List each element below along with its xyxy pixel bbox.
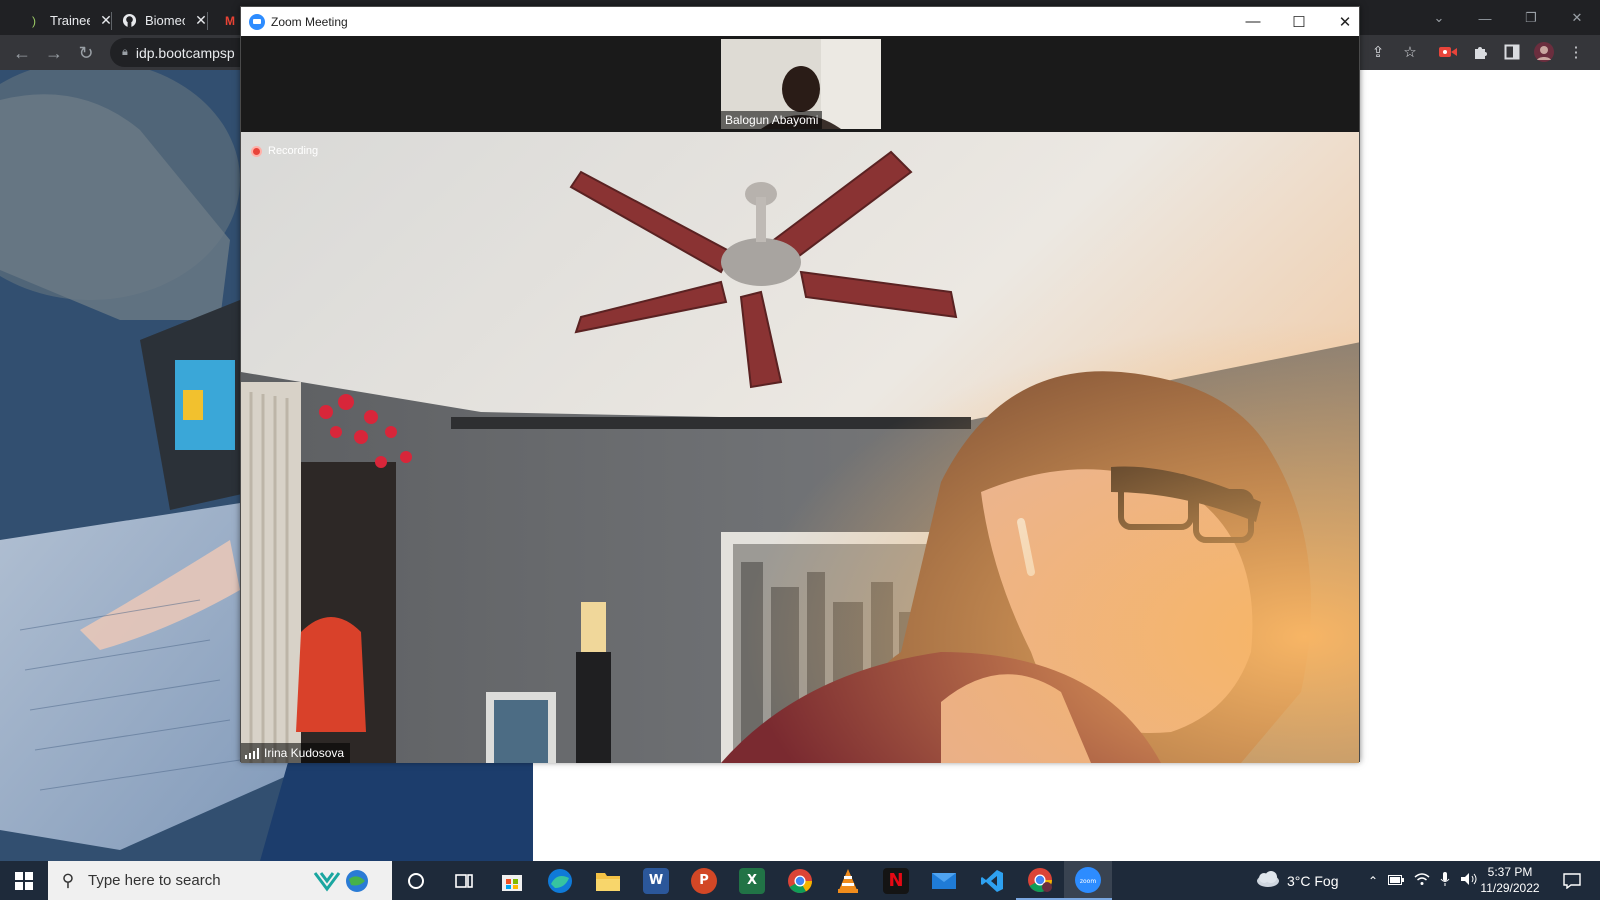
reload-icon[interactable]: ↻ <box>72 39 100 67</box>
microphone-icon[interactable] <box>1440 871 1450 890</box>
tab-label: Biomec <box>145 13 185 28</box>
forward-arrow-icon[interactable]: → <box>40 39 68 67</box>
microsoft-store-icon[interactable] <box>488 861 536 900</box>
lock-icon: 🔒︎ <box>122 46 128 58</box>
gmail-icon: M <box>225 13 235 28</box>
task-view-icon[interactable] <box>440 861 488 900</box>
recording-indicator[interactable]: Recording <box>251 145 318 157</box>
browser-tab-trainee[interactable]: ) Trainee ✕ <box>18 6 114 35</box>
tab-label: Trainee <box>50 13 90 28</box>
tab-search-chevron-icon[interactable]: ⌄ <box>1416 6 1462 30</box>
taskbar-clock[interactable]: 5:37 PM 11/29/2022 <box>1470 864 1550 896</box>
tab-divider <box>111 12 112 30</box>
zoom-window-title: Zoom Meeting <box>271 14 348 29</box>
zoom-close-icon[interactable]: ✕ <box>1322 7 1368 36</box>
chrome-profile-icon[interactable] <box>1016 861 1064 900</box>
cloud-icon <box>1257 870 1279 887</box>
puzzle-icon[interactable] <box>1468 40 1492 64</box>
star-icon[interactable]: ☆ <box>1398 40 1422 64</box>
github-icon <box>121 13 137 29</box>
side-panel-icon[interactable] <box>1500 40 1524 64</box>
search-placeholder: Type here to search <box>88 872 221 889</box>
weather-widget[interactable]: 3°C Fog <box>1255 861 1339 900</box>
vscode-icon[interactable] <box>968 861 1016 900</box>
record-extension-icon[interactable] <box>1436 40 1460 64</box>
speaker-name-tag: Irina Kudosova <box>241 743 351 763</box>
svg-text:zoom: zoom <box>1080 878 1096 885</box>
share-icon[interactable]: ⇪ <box>1366 40 1390 64</box>
kebab-menu-icon[interactable]: ⋮ <box>1564 40 1588 64</box>
zoom-maximize-icon[interactable]: ☐ <box>1276 7 1322 36</box>
battery-icon[interactable] <box>1388 874 1405 888</box>
vlc-icon[interactable] <box>824 861 872 900</box>
powerpoint-icon[interactable]: P <box>680 861 728 900</box>
file-explorer-icon[interactable] <box>584 861 632 900</box>
excel-icon[interactable]: X <box>728 861 776 900</box>
thumbnail-name-tag: Balogun Abayomi <box>721 111 823 129</box>
chrome-icon[interactable] <box>776 861 824 900</box>
notifications-icon[interactable] <box>1552 861 1592 900</box>
browser-tab-biomec[interactable]: Biomec ✕ <box>113 6 209 35</box>
zoom-titlebar: Zoom Meeting — ☐ ✕ <box>241 7 1359 36</box>
show-hidden-icons-chevron-icon[interactable]: ⌃ <box>1368 874 1378 888</box>
windows-taskbar: ⚲ Type here to search W P X N zoom 3°C F… <box>0 861 1600 900</box>
clock-date: 11/29/2022 <box>1480 881 1540 895</box>
active-speaker-video: Recording Irina Kudosova <box>241 132 1359 763</box>
speaker-name: Irina Kudosova <box>264 746 345 760</box>
browser-minimize-icon[interactable]: — <box>1462 6 1508 30</box>
windows-start-icon[interactable] <box>0 861 48 900</box>
netflix-icon[interactable]: N <box>872 861 920 900</box>
browser-restore-icon[interactable]: ❐ <box>1508 6 1554 30</box>
address-bar[interactable]: 🔒︎ idp.bootcampsp <box>110 38 250 67</box>
cortana-icon[interactable] <box>392 861 440 900</box>
bracket-icon: ) <box>32 13 36 28</box>
search-highlight-icon <box>313 869 369 897</box>
browser-close-icon[interactable]: ✕ <box>1554 6 1600 30</box>
word-icon[interactable]: W <box>632 861 680 900</box>
zoom-minimize-icon[interactable]: — <box>1230 7 1276 36</box>
edge-icon[interactable] <box>536 861 584 900</box>
signal-strength-icon <box>245 747 259 759</box>
profile-avatar[interactable] <box>1532 40 1556 64</box>
clock-time: 5:37 PM <box>1487 865 1533 879</box>
search-icon: ⚲ <box>61 870 75 890</box>
taskbar-search-box[interactable]: ⚲ Type here to search <box>48 861 392 900</box>
zoom-taskbar-icon[interactable]: zoom <box>1064 861 1112 900</box>
address-text: idp.bootcampsp <box>135 44 235 61</box>
recording-dot-icon <box>251 145 262 157</box>
participant-thumbnail-strip: Balogun Abayomi <box>241 36 1359 132</box>
desktop: ) Trainee ✕ Biomec ✕ M ⌄ — ❐ ✕ ← → ↻ 🔒︎ … <box>0 0 1600 900</box>
wifi-icon[interactable] <box>1414 872 1430 889</box>
weather-text: 3°C Fog <box>1287 872 1339 889</box>
zoom-logo-icon <box>249 13 265 30</box>
back-arrow-icon[interactable]: ← <box>8 39 36 67</box>
system-tray: ⌃ <box>1368 861 1478 900</box>
tab-divider <box>207 12 208 30</box>
recording-label: Recording <box>268 145 319 157</box>
participant-thumbnail[interactable]: Balogun Abayomi <box>721 39 881 129</box>
mail-icon[interactable] <box>920 861 968 900</box>
zoom-meeting-window: Zoom Meeting — ☐ ✕ Balogun Abayomi Recor… <box>240 6 1360 763</box>
